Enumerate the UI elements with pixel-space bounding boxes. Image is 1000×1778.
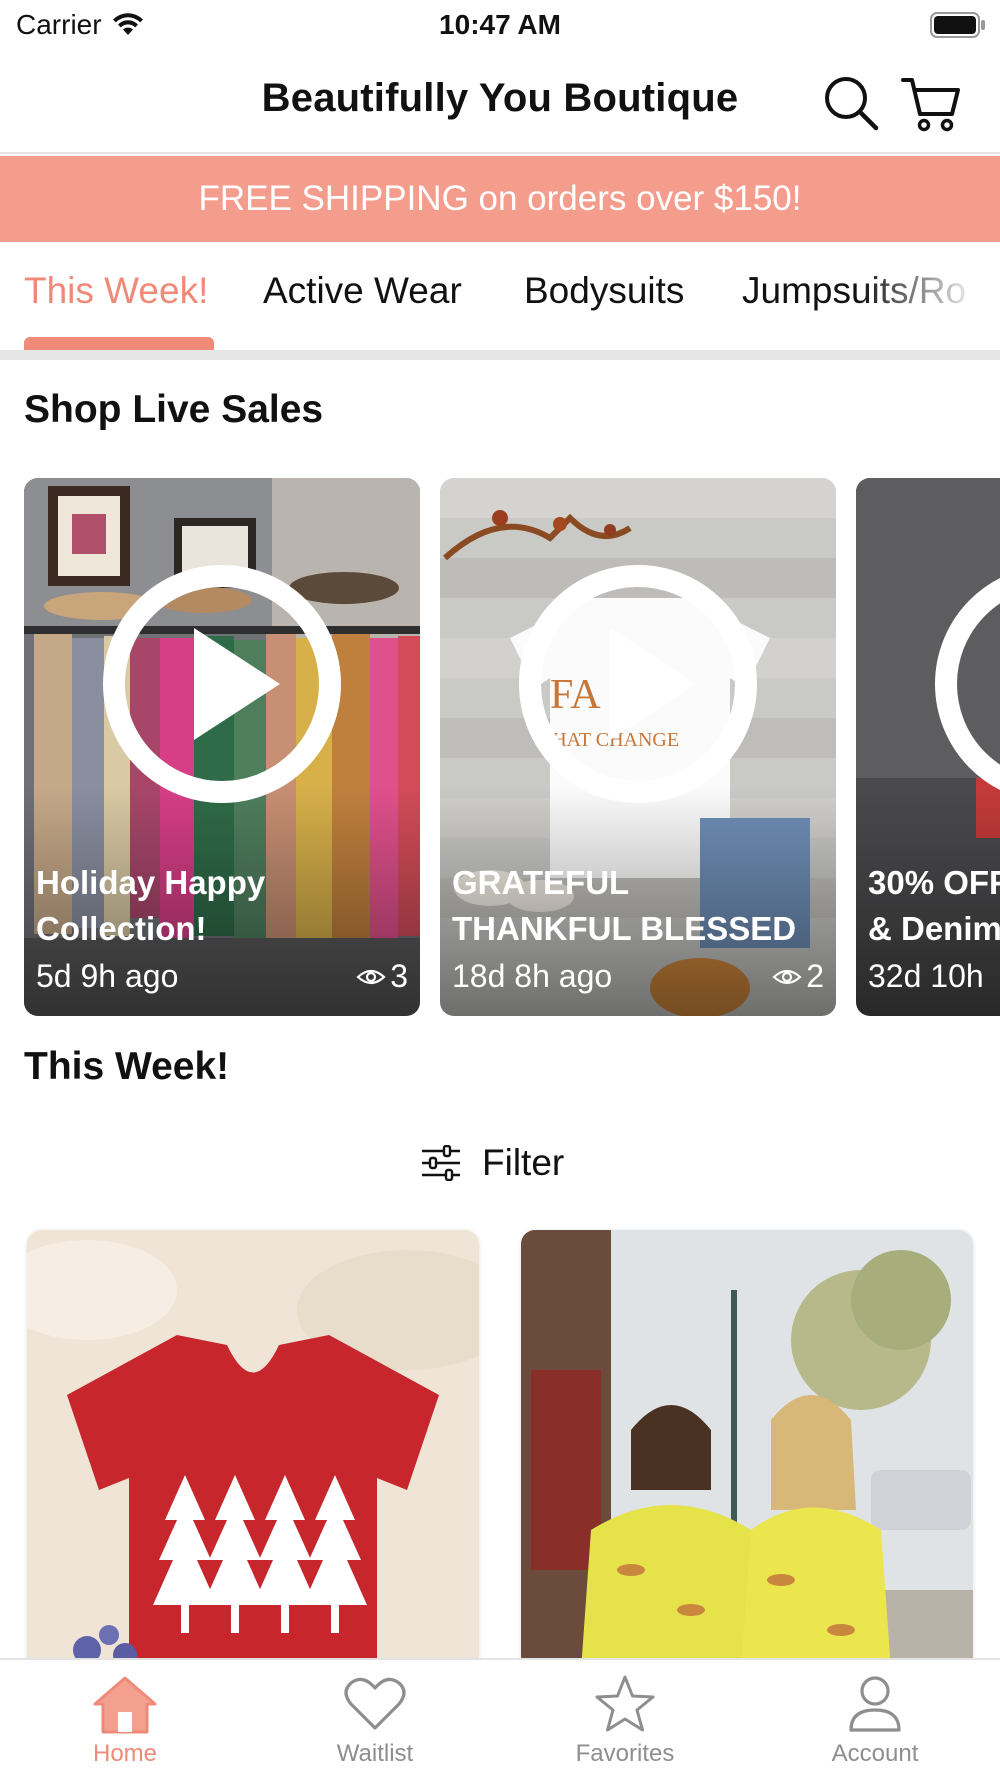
home-icon xyxy=(93,1676,157,1734)
nav-account-label: Account xyxy=(831,1740,919,1767)
eye-icon xyxy=(356,969,386,984)
promo-banner[interactable]: FREE SHIPPING on orders over $150! xyxy=(0,156,1000,242)
live-sales-carousel[interactable]: Holiday Happy Collection! 5d 9h ago 3 FA… xyxy=(0,478,1000,1016)
play-icon[interactable] xyxy=(934,564,1000,804)
person-icon xyxy=(849,1676,901,1732)
active-tab-indicator xyxy=(24,337,214,350)
play-icon[interactable] xyxy=(102,564,342,804)
live-sale-title-line2: & Denim xyxy=(868,910,1000,947)
live-sale-card[interactable]: FA THAT CHANGE GRATEFUL THANKFUL BLESSED… xyxy=(440,478,836,1016)
sliders-icon xyxy=(422,1145,460,1181)
cart-icon[interactable] xyxy=(900,72,962,134)
nav-home[interactable]: Home xyxy=(0,1660,250,1778)
live-sale-time: 18d 8h ago xyxy=(452,958,613,994)
status-bar: Carrier 10:47 AM xyxy=(0,0,1000,50)
search-icon[interactable] xyxy=(820,72,882,134)
play-icon[interactable] xyxy=(518,564,758,804)
live-sale-card[interactable]: Holiday Happy Collection! 5d 9h ago 3 xyxy=(24,478,420,1016)
product-image xyxy=(27,1230,479,1670)
live-sale-title-line1: Holiday Happy xyxy=(36,864,266,901)
live-sale-title-line1: GRATEFUL xyxy=(452,864,630,901)
battery-icon xyxy=(930,12,985,38)
nav-waitlist[interactable]: Waitlist xyxy=(250,1660,500,1778)
tab-this-week[interactable]: This Week! xyxy=(24,270,208,312)
heart-icon xyxy=(344,1677,406,1730)
live-sale-time: 32d 10h xyxy=(868,958,984,994)
product-card[interactable] xyxy=(521,1230,973,1670)
this-week-heading: This Week! xyxy=(24,1045,230,1088)
filter-label: Filter xyxy=(482,1142,565,1183)
eye-icon xyxy=(772,969,802,984)
clock: 10:47 AM xyxy=(439,9,561,40)
live-sale-title: GRATEFUL THANKFUL BLESSED xyxy=(452,860,824,952)
category-tabs: This Week! Active Wear Bodysuits Jumpsui… xyxy=(0,242,1000,360)
live-sale-title: 30% OFF & Denim xyxy=(868,860,1000,952)
app-header: Beautifully You Boutique xyxy=(0,50,1000,154)
nav-favorites[interactable]: Favorites xyxy=(500,1660,750,1778)
tab-bodysuits[interactable]: Bodysuits xyxy=(524,270,684,312)
tab-active-wear[interactable]: Active Wear xyxy=(263,270,462,312)
view-count: 2 xyxy=(772,958,824,995)
live-sale-title-line2: THANKFUL BLESSED xyxy=(452,910,797,947)
view-count: 3 xyxy=(356,958,408,995)
nav-waitlist-label: Waitlist xyxy=(336,1740,414,1767)
nav-home-label: Home xyxy=(92,1740,158,1767)
live-sale-card[interactable]: 30% OFF & Denim 32d 10h xyxy=(856,478,1000,1016)
view-count-value: 2 xyxy=(806,958,824,994)
filter-button[interactable]: Filter xyxy=(420,1138,564,1188)
live-sale-title-line1: 30% OFF xyxy=(868,864,1000,901)
product-image xyxy=(521,1230,973,1670)
nav-account[interactable]: Account xyxy=(750,1660,1000,1778)
live-sale-title-line2: Collection! xyxy=(36,910,207,947)
product-card[interactable] xyxy=(27,1230,479,1670)
star-icon xyxy=(595,1675,655,1732)
bottom-nav: Home Waitlist Favorites Account xyxy=(0,1658,1000,1778)
live-sale-title: Holiday Happy Collection! xyxy=(36,860,408,952)
tabs-divider xyxy=(0,350,1000,360)
live-sale-time: 5d 9h ago xyxy=(36,958,179,994)
tabs-fade xyxy=(860,242,1000,350)
live-sales-heading: Shop Live Sales xyxy=(24,388,324,431)
view-count-value: 3 xyxy=(390,958,408,994)
nav-favorites-label: Favorites xyxy=(575,1740,675,1767)
